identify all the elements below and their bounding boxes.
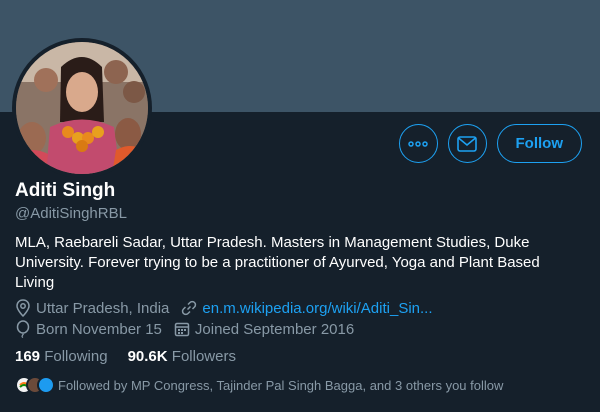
- website-item[interactable]: en.m.wikipedia.org/wiki/Aditi_Sin...: [181, 300, 433, 317]
- envelope-icon: [457, 135, 477, 152]
- link-icon: [182, 300, 197, 316]
- more-icon: [408, 140, 428, 147]
- balloon-icon: [16, 320, 30, 338]
- following-count: 169: [15, 348, 45, 365]
- joined-item: Joined September 2016: [174, 321, 354, 338]
- follow-button[interactable]: Follow: [496, 124, 582, 163]
- profile-bio: MLA, Raebareli Sadar, Uttar Pradesh. Mas…: [15, 234, 540, 291]
- location-pin-icon: [16, 299, 30, 317]
- followers-count: 90.6K: [127, 348, 172, 365]
- following-stat[interactable]: 169 Following: [15, 348, 108, 365]
- followed-by-avatars: [15, 376, 55, 394]
- location-text: Uttar Pradesh, India: [36, 299, 170, 317]
- birthday-item: Born November 15: [15, 320, 162, 338]
- website-link[interactable]: en.m.wikipedia.org/wiki/Aditi_Sin...: [202, 300, 432, 317]
- profile-avatar[interactable]: [12, 38, 152, 178]
- message-button[interactable]: [447, 124, 487, 163]
- more-options-button[interactable]: [398, 124, 438, 163]
- profile-meta-row-1: Uttar Pradesh, India en.m.wikipedia.org/…: [15, 299, 445, 317]
- joined-text: Joined September 2016: [194, 320, 355, 338]
- profile-meta-row-2: Born November 15 Joined September 2016: [15, 320, 366, 338]
- followers-stat[interactable]: 90.6K Followers: [128, 348, 236, 365]
- followed-by-text: Followed by MP Congress, Tajinder Pal Si…: [58, 377, 504, 393]
- profile-actions: Follow: [398, 124, 582, 163]
- profile-name: Aditi Singh: [15, 180, 116, 201]
- birthday-text: Born November 15: [36, 320, 162, 338]
- followed-by-row[interactable]: Followed by MP Congress, Tajinder Pal Si…: [15, 376, 503, 394]
- follower-avatar: [37, 376, 55, 394]
- following-label: Following: [44, 348, 108, 365]
- calendar-icon: [174, 322, 190, 337]
- profile-handle: @AditiSinghRBL: [15, 205, 127, 222]
- profile-stats: 169 Following 90.6K Followers: [15, 348, 256, 365]
- followers-label: Followers: [171, 348, 236, 365]
- location-item: Uttar Pradesh, India: [15, 299, 169, 317]
